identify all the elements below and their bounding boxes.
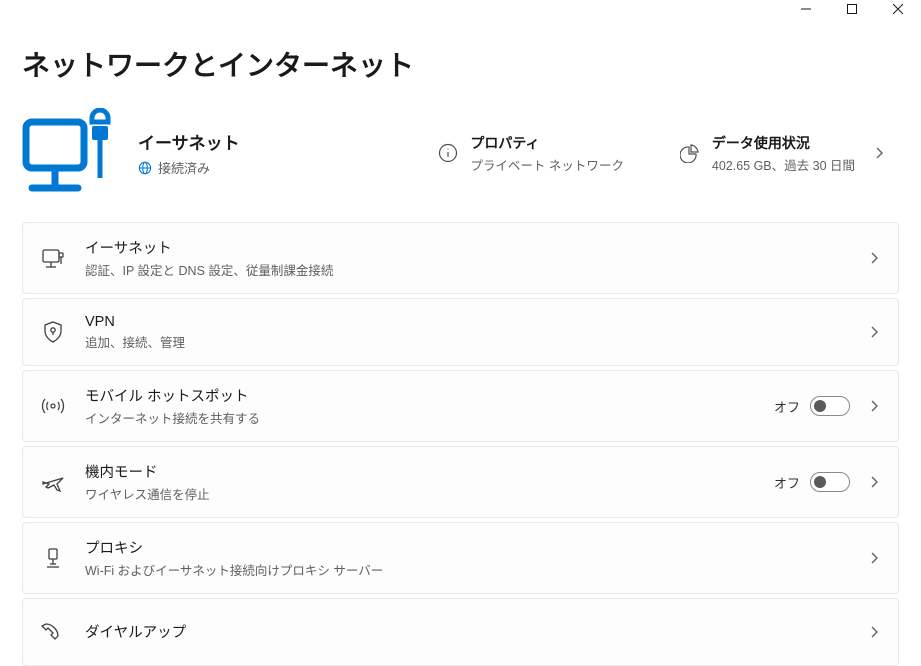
item-title: 機内モード <box>85 461 774 482</box>
chevron-right-icon <box>868 400 880 412</box>
chevron-right-icon <box>868 252 880 264</box>
item-title: VPN <box>85 314 868 330</box>
list-item-proxy[interactable]: プロキシ Wi-Fi およびイーサネット接続向けプロキシ サーバー <box>22 522 899 594</box>
item-subtitle: 追加、接続、管理 <box>85 332 868 351</box>
shield-icon <box>41 320 65 344</box>
hotspot-toggle[interactable] <box>810 396 850 416</box>
toggle-label: オフ <box>774 397 800 416</box>
settings-list: イーサネット 認証、IP 設定と DNS 設定、従量制課金接続 VPN 追加、接… <box>22 222 899 666</box>
ethernet-big-icon <box>22 108 116 198</box>
hotspot-icon <box>41 394 65 418</box>
toggle-label: オフ <box>774 473 800 492</box>
pie-chart-icon <box>680 143 700 163</box>
list-item-ethernet[interactable]: イーサネット 認証、IP 設定と DNS 設定、従量制課金接続 <box>22 222 899 294</box>
connection-status-row: イーサネット 接続済み プロパティ プライベート ネットワーク <box>22 104 899 222</box>
connection-name: イーサネット <box>138 129 430 154</box>
proxy-icon <box>41 546 65 570</box>
connection-status: 接続済み <box>138 158 430 177</box>
chevron-right-icon <box>868 326 880 338</box>
maximize-button[interactable] <box>829 0 875 18</box>
item-title: プロキシ <box>85 537 868 558</box>
item-subtitle: インターネット接続を共有する <box>85 408 774 427</box>
window-controls <box>783 0 921 18</box>
item-title: ダイヤルアップ <box>85 621 868 642</box>
list-item-dialup[interactable]: ダイヤルアップ <box>22 598 899 666</box>
list-item-hotspot[interactable]: モバイル ホットスポット インターネット接続を共有する オフ <box>22 370 899 442</box>
data-usage-card[interactable]: データ使用状況 402.65 GB、過去 30 日間 <box>672 133 899 174</box>
item-title: イーサネット <box>85 237 868 258</box>
data-usage-subtitle: 402.65 GB、過去 30 日間 <box>712 155 855 174</box>
airplane-icon <box>41 470 65 494</box>
item-subtitle: Wi-Fi およびイーサネット接続向けプロキシ サーバー <box>85 560 868 579</box>
item-subtitle: 認証、IP 設定と DNS 設定、従量制課金接続 <box>85 260 868 279</box>
info-icon <box>438 143 458 163</box>
minimize-icon <box>801 4 811 14</box>
chevron-right-icon <box>873 147 885 159</box>
minimize-button[interactable] <box>783 0 829 18</box>
page-title: ネットワークとインターネット <box>22 44 899 84</box>
list-item-airplane[interactable]: 機内モード ワイヤレス通信を停止 オフ <box>22 446 899 518</box>
close-button[interactable] <box>875 0 921 18</box>
globe-icon <box>138 161 152 175</box>
connection-summary: イーサネット 接続済み <box>138 129 430 177</box>
item-subtitle: ワイヤレス通信を停止 <box>85 484 774 503</box>
chevron-right-icon <box>868 552 880 564</box>
properties-subtitle: プライベート ネットワーク <box>470 155 623 174</box>
airplane-toggle[interactable] <box>810 472 850 492</box>
monitor-icon <box>41 246 65 270</box>
item-title: モバイル ホットスポット <box>85 385 774 406</box>
chevron-right-icon <box>868 626 880 638</box>
data-usage-title: データ使用状況 <box>712 133 855 153</box>
maximize-icon <box>847 4 857 14</box>
list-item-vpn[interactable]: VPN 追加、接続、管理 <box>22 298 899 366</box>
properties-title: プロパティ <box>470 133 623 153</box>
properties-card[interactable]: プロパティ プライベート ネットワーク <box>430 133 631 174</box>
close-icon <box>893 4 903 14</box>
chevron-right-icon <box>868 476 880 488</box>
dialup-icon <box>41 620 65 644</box>
connection-status-text: 接続済み <box>158 158 210 177</box>
